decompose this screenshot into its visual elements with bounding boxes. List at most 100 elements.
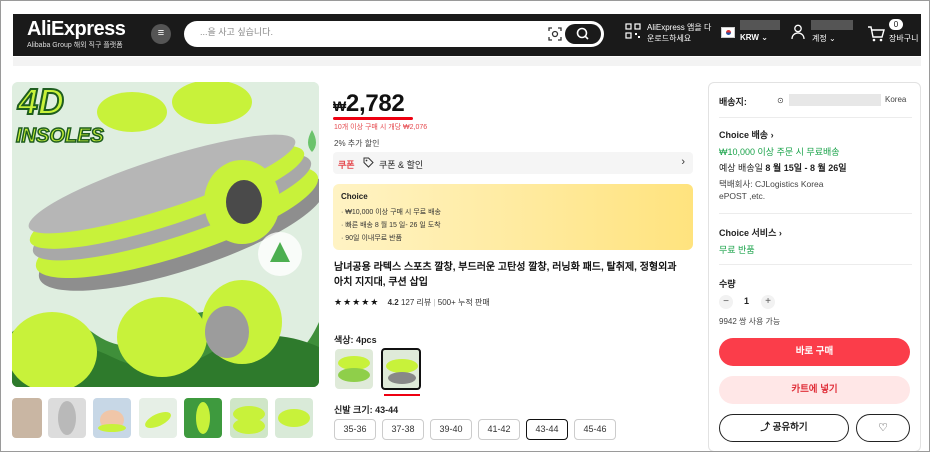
thumbnail-4[interactable] <box>139 398 177 438</box>
selected-swatch-indicator <box>384 394 420 396</box>
rating-score: 4.2 <box>387 298 399 307</box>
divider <box>719 213 912 214</box>
thumbnail-1[interactable] <box>12 398 42 438</box>
main-product-image[interactable]: 4D INSOLES <box>12 82 319 387</box>
estimated-delivery-label: 예상 배송일 <box>719 163 763 173</box>
app-download-text[interactable]: AliExpress 앱을 다 운로드하세요 <box>647 22 711 44</box>
courier-info: 택배회사: CJLogistics Korea ePOST ,etc. <box>719 178 909 202</box>
price-value: 2,782 <box>345 90 405 117</box>
choice-service-label: Choice 서비스 <box>719 228 777 238</box>
cart-icon[interactable] <box>867 26 885 42</box>
size-option-37-38[interactable]: 37-38 <box>382 419 424 440</box>
thumbnail-5[interactable] <box>184 398 222 438</box>
camera-search-icon[interactable] <box>548 27 562 41</box>
color-swatch-2-selected[interactable] <box>381 348 421 390</box>
sub-nav-bar <box>13 57 921 66</box>
search-button[interactable] <box>565 24 601 44</box>
menu-icon[interactable]: ≡ <box>151 24 171 44</box>
extra-discount: 2% 추가 할인 <box>334 139 380 148</box>
thumbnail-2-graphic <box>58 401 76 435</box>
top-header: AliExpress Alibaba Group 해외 직구 플랫폼 ≡ ...… <box>13 14 921 56</box>
courier-line-1: 택배회사: CJLogistics Korea <box>719 179 824 189</box>
choice-benefits-box: Choice · ₩10,000 이상 구매 시 무료 배송 · 빠른 배송 8… <box>333 184 693 250</box>
buy-now-button[interactable]: 바로 구매 <box>719 338 910 366</box>
swatch-1-graphic <box>338 356 370 382</box>
size-option-41-42[interactable]: 41-42 <box>478 419 520 440</box>
search-input[interactable] <box>200 27 530 37</box>
account-label: 계정 <box>812 34 827 43</box>
size-option-39-40[interactable]: 39-40 <box>430 419 472 440</box>
thumbnail-3-graphic <box>98 410 126 432</box>
divider <box>719 264 912 265</box>
korea-flag-icon <box>721 27 735 38</box>
quantity-increase-button[interactable]: + <box>761 295 775 309</box>
user-icon[interactable] <box>791 24 805 40</box>
price-currency-symbol: ₩ <box>333 98 346 114</box>
thumbnail-3[interactable] <box>93 398 131 438</box>
thumbnail-6-graphic <box>233 406 265 434</box>
wishlist-button[interactable]: ♡ <box>856 414 910 442</box>
share-button[interactable]: ⤴ 공유하기 <box>719 414 849 442</box>
star-rating-icon: ★★★★★ <box>334 297 380 307</box>
thumbnail-7-graphic <box>278 409 310 427</box>
logo-subtitle: Alibaba Group 해외 직구 플랫폼 <box>27 42 123 49</box>
size-option-35-36[interactable]: 35-36 <box>334 419 376 440</box>
product-title-line-1: 남녀공용 라텍스 스포츠 깔창, 부드러운 고탄성 깔창, 러닝화 패드, 탈취… <box>334 262 677 273</box>
currency-selector[interactable]: KRW ⌄ <box>740 33 768 42</box>
choice-line-2: · 빠른 배송 8 월 15 일- 26 일 도착 <box>341 222 441 229</box>
thumbnail-4-graphic <box>145 411 171 429</box>
quantity-decrease-button[interactable]: − <box>719 295 733 309</box>
size-option-45-46[interactable]: 45-46 <box>574 419 616 440</box>
ship-country: Korea <box>885 95 907 104</box>
search-bar <box>184 21 604 47</box>
chevron-right-icon: › <box>681 156 685 168</box>
product-price: ₩2,782 <box>333 90 405 118</box>
image-text-4d: 4D <box>17 82 64 122</box>
free-shipping-note: ₩10,000 이상 주문 시 무료배송 <box>719 147 840 157</box>
logo-text: AliExpress <box>27 18 126 40</box>
bulk-price-note: 10개 이상 구매 시 개당 ₩2,076 <box>334 124 428 131</box>
choice-service-title[interactable]: Choice 서비스 › <box>719 226 782 239</box>
thumbnail-5-graphic <box>196 402 210 434</box>
add-to-cart-button[interactable]: 카트에 넣기 <box>719 376 910 404</box>
size-option-43-44-selected[interactable]: 43-44 <box>526 419 568 440</box>
coupon-tag: 쿠폰 <box>338 160 355 170</box>
choice-line-3: · 90일 이내무료 반품 <box>341 235 403 242</box>
redacted-username <box>811 20 853 30</box>
redacted-address[interactable] <box>789 94 881 106</box>
ship-to-label: 배송지: <box>719 97 747 107</box>
choice-title: Choice <box>341 192 368 201</box>
size-label: 신발 크기: 43-44 <box>334 405 399 415</box>
heart-icon: ♡ <box>878 422 888 434</box>
rating-row[interactable]: ★★★★★ 4.2 127 리뷰 | 500+ 누적 판매 <box>334 297 490 308</box>
cart-count-badge: 0 <box>889 19 903 30</box>
coupon-text: 쿠폰 & 할인 <box>379 160 424 170</box>
available-stock: 9942 쌍 사용 가능 <box>719 317 781 326</box>
color-swatch-1[interactable] <box>335 349 373 389</box>
thumbnail-7[interactable] <box>275 398 313 438</box>
estimated-delivery: 예상 배송일 8 월 15일 - 8 월 26일 <box>719 161 847 174</box>
review-count: 127 리뷰 <box>400 298 432 307</box>
coupon-row[interactable]: 쿠폰 쿠폰 & 할인 › <box>333 152 693 174</box>
qr-code-icon[interactable] <box>625 23 641 39</box>
free-return-note: 무료 반품 <box>719 245 755 255</box>
estimated-delivery-dates: 8 월 15일 - 8 월 26일 <box>765 163 847 173</box>
cart-label[interactable]: 장바구니 <box>889 33 918 44</box>
sold-count: 500+ 누적 판매 <box>437 298 490 307</box>
thumbnail-2[interactable] <box>48 398 86 438</box>
choice-shipping-title[interactable]: Choice 배송 › <box>719 128 774 141</box>
share-icon: ⤴ <box>760 422 770 433</box>
redacted-language <box>740 20 780 30</box>
thumbnail-strip <box>12 398 319 439</box>
account-menu[interactable]: 계정 ⌄ <box>812 33 836 44</box>
app-line-2: 운로드하세요 <box>647 34 692 43</box>
currency-label: KRW <box>740 33 759 42</box>
courier-line-2: ePOST ,etc. <box>719 191 766 201</box>
choice-line-1: · ₩10,000 이상 구매 시 무료 배송 <box>341 209 441 216</box>
quantity-label: 수량 <box>719 279 736 289</box>
thumbnail-6[interactable] <box>230 398 268 438</box>
app-line-1: AliExpress 앱을 다 <box>647 23 712 32</box>
aliexpress-logo[interactable]: AliExpress Alibaba Group 해외 직구 플랫폼 <box>27 18 126 50</box>
quantity-value[interactable]: 1 <box>744 296 749 306</box>
share-label: 공유하기 <box>772 422 808 433</box>
